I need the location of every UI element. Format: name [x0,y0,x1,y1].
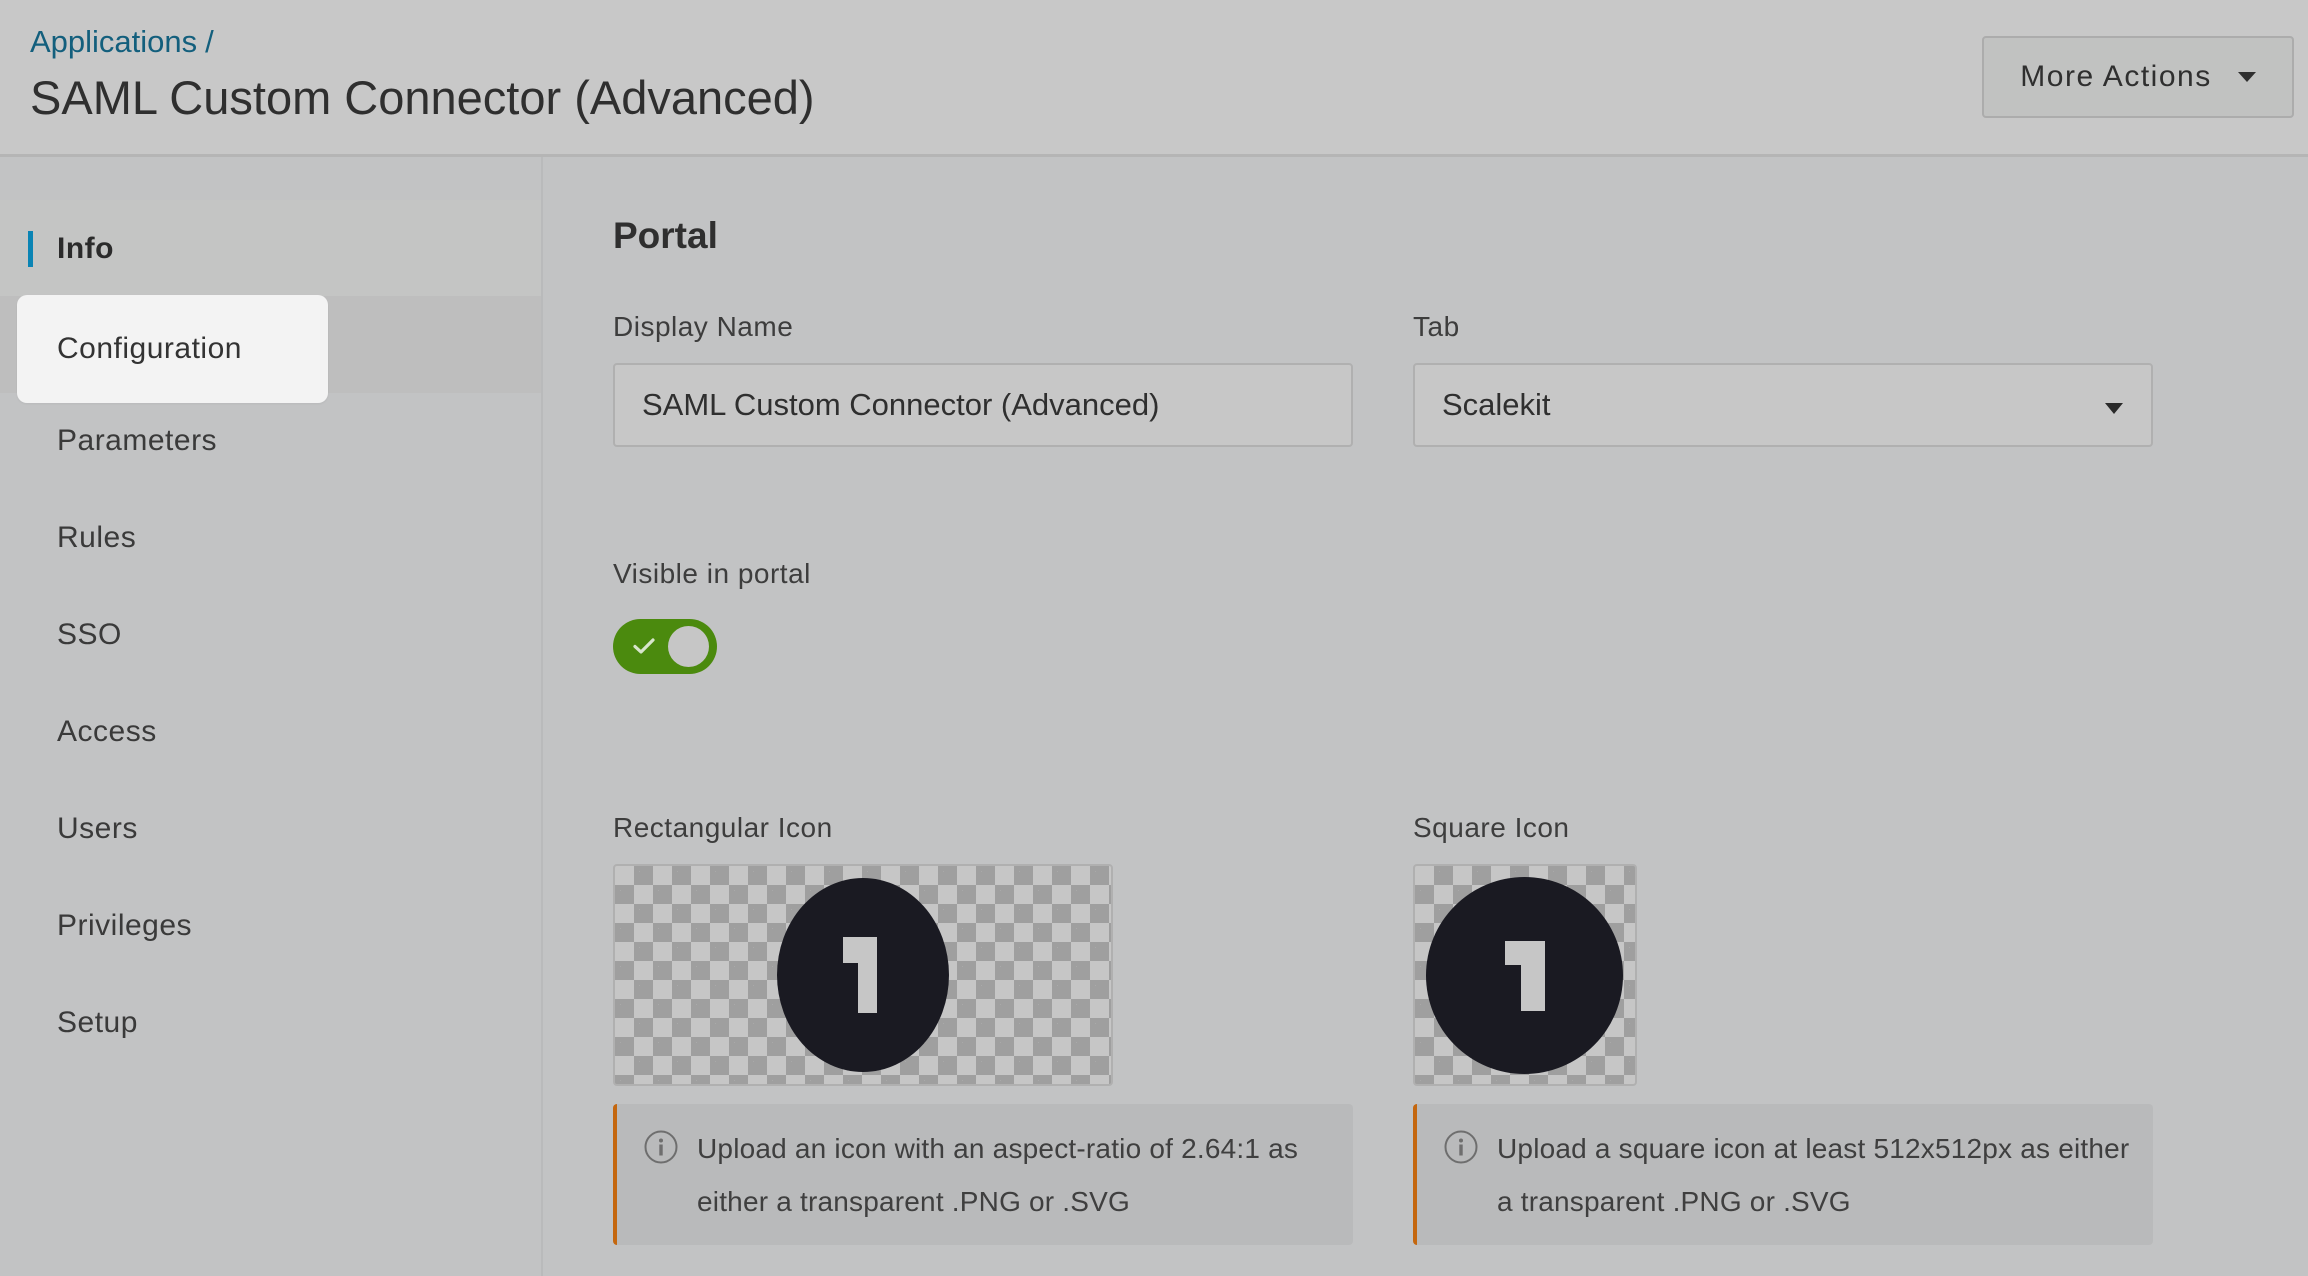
tab-select[interactable]: Scalekit [1413,363,2153,447]
sidebar-item-label: Users [57,811,138,845]
tab-label: Tab [1413,311,1460,342]
visible-in-portal-toggle[interactable] [613,619,717,674]
hint-text: Upload a square icon at least 512x512px … [1497,1133,2130,1217]
app-logo-icon [777,878,949,1072]
toggle-knob [668,626,709,667]
page-title: SAML Custom Connector (Advanced) [30,71,815,124]
sidebar-item-label: Access [57,714,157,748]
caret-down-icon [2105,403,2123,414]
sidebar-item-users[interactable]: Users [0,780,541,877]
sidebar-item-access[interactable]: Access [0,683,541,780]
sidebar-item-configuration[interactable]: Configuration [17,295,328,403]
rectangular-icon-upload[interactable] [613,864,1113,1086]
sidebar-item-label: Parameters [57,423,218,457]
sidebar-item-setup[interactable]: Setup [0,974,541,1071]
visible-in-portal-label: Visible in portal [613,558,811,589]
sidebar-item-info[interactable]: Info [0,200,541,297]
info-icon [1444,1130,1478,1164]
sidebar-item-label: Setup [57,1005,138,1039]
page-header: Applications / SAML Custom Connector (Adv… [0,0,2308,157]
sidebar-item-parameters[interactable]: Parameters [0,392,541,489]
sidebar-item-label: Privileges [57,908,193,942]
tab-selected-value: Scalekit [1442,387,1551,422]
rectangular-icon-label: Rectangular Icon [613,812,833,843]
active-indicator [28,231,33,267]
breadcrumb: Applications / [30,24,214,60]
square-icon-hint: Upload a square icon at least 512x512px … [1413,1104,2153,1245]
section-title-portal: Portal [613,215,718,256]
digit-one-glyph [843,937,877,1013]
sidebar-item-rules[interactable]: Rules [0,489,541,586]
caret-down-icon [2237,72,2256,82]
more-actions-button[interactable]: More Actions [1982,36,2294,118]
breadcrumb-separator: / [205,24,214,59]
digit-one-glyph [1504,940,1545,1011]
hint-text: Upload an icon with an aspect-ratio of 2… [697,1133,1299,1217]
sidebar-item-privileges[interactable]: Privileges [0,877,541,974]
sidebar-item-sso[interactable]: SSO [0,586,541,683]
info-icon [644,1130,678,1164]
display-name-value: SAML Custom Connector (Advanced) [642,387,1160,422]
square-icon-label: Square Icon [1413,812,1570,843]
square-icon-upload[interactable] [1413,864,1637,1086]
app-logo-icon [1426,877,1623,1074]
checkmark-icon [633,638,655,654]
display-name-input[interactable]: SAML Custom Connector (Advanced) [613,363,1353,447]
sidebar-item-label: SSO [57,617,122,651]
sidebar-item-label: Info [57,231,114,265]
rectangular-icon-hint: Upload an icon with an aspect-ratio of 2… [613,1104,1353,1245]
more-actions-label: More Actions [2020,60,2212,93]
display-name-label: Display Name [613,311,794,342]
sidebar-item-label: Configuration [57,332,242,365]
breadcrumb-applications-link[interactable]: Applications [30,24,197,59]
sidebar-item-label: Rules [57,520,137,554]
